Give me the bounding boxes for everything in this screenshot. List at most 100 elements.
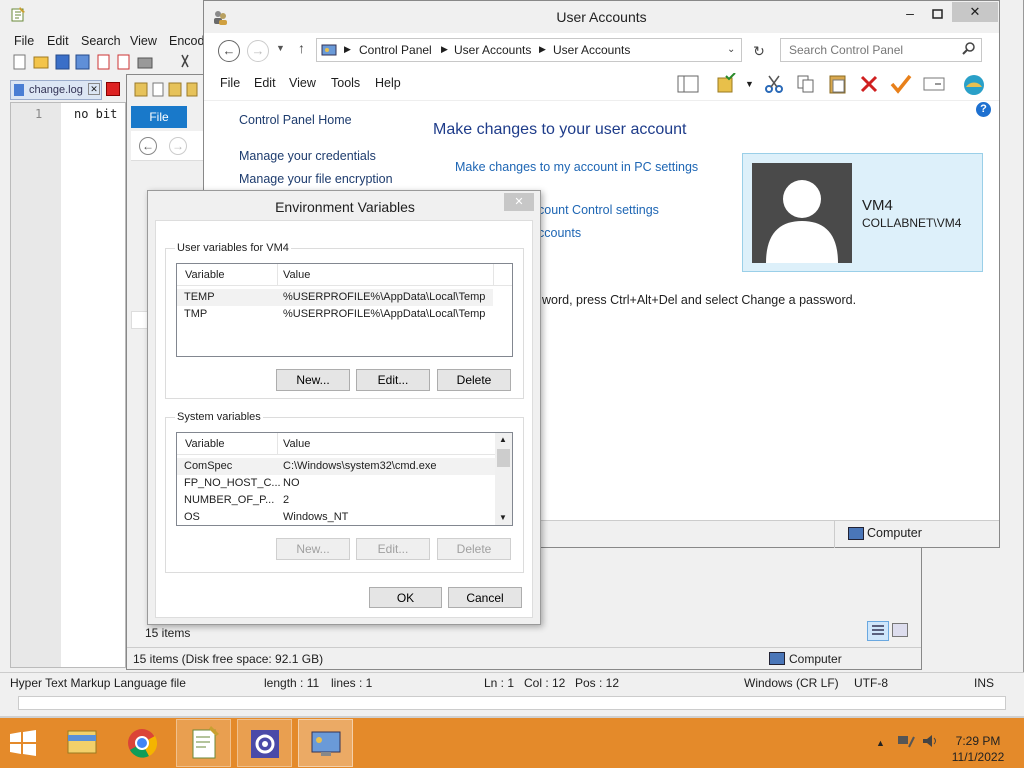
notepad-menu-edit[interactable]: Edit xyxy=(47,34,69,48)
help-icon[interactable]: ? xyxy=(976,102,991,117)
minimize-button[interactable]: – xyxy=(900,5,920,23)
back-arrow-icon[interactable]: ← xyxy=(139,137,157,155)
search-box[interactable]: Search Control Panel xyxy=(780,38,982,62)
notepad-menu-view[interactable]: View xyxy=(130,34,157,48)
breadcrumb-sep-icon: ▶ xyxy=(441,44,448,54)
ua-menu-view[interactable]: View xyxy=(289,76,316,90)
file-icon xyxy=(14,84,24,96)
taskbar: ▲ 7:29 PM 11/1/2022 xyxy=(0,718,1024,768)
cancel-button[interactable]: Cancel xyxy=(448,587,522,608)
scroll-up-icon[interactable]: ▲ xyxy=(499,435,507,444)
notepad-tab-2-icon[interactable] xyxy=(106,82,120,96)
refresh-icon[interactable]: ↻ xyxy=(748,40,770,62)
column-variable[interactable]: Variable xyxy=(185,438,225,450)
breadcrumb-user-accounts[interactable]: User Accounts xyxy=(454,43,531,57)
system-new-button[interactable]: New... xyxy=(276,538,350,560)
properties-check-icon[interactable] xyxy=(890,74,912,94)
address-dropdown-icon[interactable]: ⌄ xyxy=(727,44,735,55)
table-row[interactable]: TEMP %USERPROFILE%\AppData\Local\Temp xyxy=(177,289,493,306)
taskbar-control-panel[interactable] xyxy=(298,719,353,767)
taskbar-notepadpp[interactable] xyxy=(176,719,231,767)
explorer-file-tab[interactable]: File xyxy=(131,106,187,128)
var-name: TMP xyxy=(184,308,208,320)
scroll-thumb[interactable] xyxy=(497,449,510,467)
column-value[interactable]: Value xyxy=(283,269,310,281)
taskbar-settings[interactable] xyxy=(237,719,292,767)
details-view-icon[interactable] xyxy=(867,621,889,641)
system-edit-button[interactable]: Edit... xyxy=(356,538,430,560)
table-row[interactable]: ComSpec C:\Windows\system32\cmd.exe xyxy=(177,458,495,475)
link-pc-settings[interactable]: Make changes to my account in PC setting… xyxy=(455,160,698,174)
column-value[interactable]: Value xyxy=(283,438,310,450)
table-row[interactable]: NUMBER_OF_P... 2 xyxy=(177,492,495,509)
scroll-down-icon[interactable]: ▼ xyxy=(499,513,507,522)
close-icon[interactable]: ✕ xyxy=(88,83,100,95)
ua-menu-edit[interactable]: Edit xyxy=(254,76,276,90)
maximize-button[interactable] xyxy=(928,5,948,23)
sidebar-control-panel-home[interactable]: Control Panel Home xyxy=(239,113,352,127)
delete-icon[interactable] xyxy=(859,74,879,94)
clock-date[interactable]: 11/1/2022 xyxy=(948,750,1008,764)
ok-button[interactable]: OK xyxy=(369,587,442,608)
notepad-tab[interactable]: change.log ✕ xyxy=(10,80,102,100)
dialog-close-button[interactable]: ✕ xyxy=(504,193,534,211)
var-name: ComSpec xyxy=(184,460,233,472)
system-delete-button[interactable]: Delete xyxy=(437,538,511,560)
copy-icon[interactable] xyxy=(796,74,816,94)
toolbar-dropdown-icon[interactable]: ▼ xyxy=(745,79,754,89)
explorer-items-count: 15 items xyxy=(145,626,191,640)
ua-menu-tools[interactable]: Tools xyxy=(331,76,360,90)
table-row[interactable]: TMP %USERPROFILE%\AppData\Local\Temp xyxy=(177,306,493,323)
clock-time[interactable]: 7:29 PM xyxy=(948,734,1008,748)
start-button[interactable] xyxy=(8,730,38,756)
table-row[interactable]: FP_NO_HOST_C... NO xyxy=(177,475,495,492)
column-variable[interactable]: Variable xyxy=(185,269,225,281)
user-new-button[interactable]: New... xyxy=(276,369,350,391)
notepad-menu-file[interactable]: File xyxy=(14,34,34,48)
back-arrow-icon[interactable]: ← xyxy=(218,40,240,62)
notepad-editor[interactable]: 1 no bit xyxy=(10,102,126,668)
globe-icon[interactable] xyxy=(962,73,984,95)
notepad-menu-search[interactable]: Search xyxy=(81,34,121,48)
table-row[interactable]: OS Windows_NT xyxy=(177,509,495,525)
notepad-menu-encoding[interactable]: Encod xyxy=(169,34,204,48)
var-value: 2 xyxy=(283,494,290,506)
cut-icon[interactable] xyxy=(764,74,784,94)
taskbar-file-explorer[interactable] xyxy=(54,719,109,767)
sidebar-manage-file-encryption[interactable]: Manage your file encryption xyxy=(239,172,393,186)
paste-icon[interactable] xyxy=(828,73,848,94)
status-ln: Ln : 1 xyxy=(484,676,515,690)
breadcrumb-control-panel[interactable]: Control Panel xyxy=(359,43,432,57)
vertical-scrollbar[interactable]: ▲ ▼ xyxy=(495,433,512,525)
var-value: Windows_NT xyxy=(283,511,349,523)
status-file-type: Hyper Text Markup Language file xyxy=(10,676,186,690)
ua-menu-file[interactable]: File xyxy=(220,76,240,90)
up-arrow-icon[interactable]: ↑ xyxy=(298,40,305,56)
explorer-toolbar-icons xyxy=(133,81,203,99)
user-vars-list[interactable]: Variable Value TEMP %USERPROFILE%\AppDat… xyxy=(176,263,513,357)
forward-arrow-icon[interactable]: → xyxy=(247,40,269,62)
show-hidden-icons[interactable]: ▲ xyxy=(876,738,885,748)
network-icon[interactable] xyxy=(897,733,915,749)
link-uac-settings[interactable]: count Control settings xyxy=(538,203,659,217)
address-bar[interactable]: ▶ Control Panel ▶ User Accounts ▶ User A… xyxy=(316,38,742,62)
folder-options-icon[interactable] xyxy=(716,73,736,93)
layout-icon[interactable] xyxy=(677,74,699,94)
history-dropdown-icon[interactable]: ▼ xyxy=(276,43,285,53)
system-vars-list[interactable]: Variable Value ComSpec C:\Windows\system… xyxy=(176,432,513,526)
notepad-app-icon xyxy=(10,6,26,22)
rename-icon[interactable] xyxy=(923,75,945,95)
sidebar-manage-credentials[interactable]: Manage your credentials xyxy=(239,149,376,163)
volume-icon[interactable] xyxy=(921,733,939,749)
taskbar-chrome[interactable] xyxy=(115,719,170,767)
link-manage-accounts[interactable]: ccounts xyxy=(538,226,581,240)
tiles-view-icon[interactable] xyxy=(892,623,908,637)
forward-arrow-icon[interactable]: → xyxy=(169,137,187,155)
close-button[interactable]: ✕ xyxy=(952,2,998,22)
user-delete-button[interactable]: Delete xyxy=(437,369,511,391)
ua-menu-help[interactable]: Help xyxy=(375,76,401,90)
search-icon[interactable] xyxy=(961,41,977,57)
user-edit-button[interactable]: Edit... xyxy=(356,369,430,391)
search-input[interactable]: Search Control Panel xyxy=(789,43,903,57)
breadcrumb-user-accounts-current[interactable]: User Accounts xyxy=(553,43,630,57)
